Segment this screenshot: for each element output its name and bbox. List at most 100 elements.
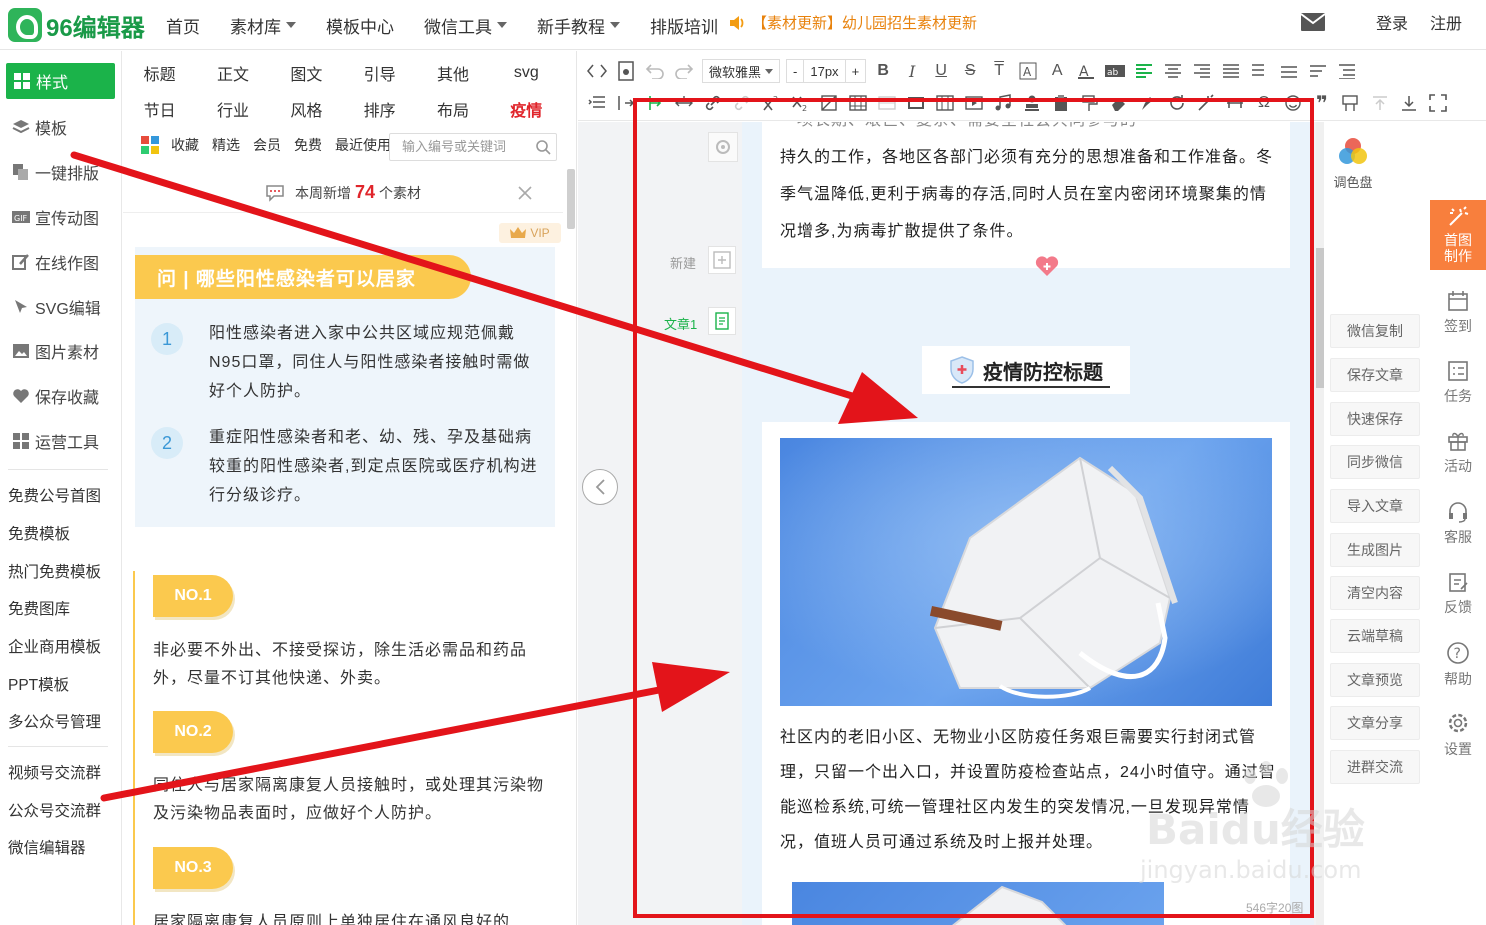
mask-image[interactable] <box>780 438 1272 706</box>
filter-featured[interactable]: 精选 <box>212 135 240 155</box>
arrow-up-icon[interactable] <box>1369 92 1391 114</box>
share-article-button[interactable]: 文章分享 <box>1330 706 1420 740</box>
refresh-icon[interactable] <box>1166 92 1188 114</box>
sidebar-link-wechat-editor[interactable]: 微信编辑器 <box>0 829 121 867</box>
indent-list-icon[interactable] <box>586 92 608 114</box>
scrollbar-thumb[interactable] <box>1316 248 1324 388</box>
strikethrough-icon[interactable]: S <box>959 60 981 82</box>
rail-activities[interactable]: 活动 <box>1430 418 1486 488</box>
nav-wechat-tools[interactable]: 微信工具 <box>424 13 507 38</box>
superscript-icon[interactable]: 2 <box>760 92 782 114</box>
material-search-input[interactable]: 输入编号或关键词 <box>389 133 557 161</box>
sidebar-item-ops-tools[interactable]: 运营工具 <box>0 419 121 464</box>
save-article-button[interactable]: 保存文章 <box>1330 358 1420 392</box>
search-icon[interactable] <box>535 139 551 155</box>
font-family-select[interactable]: 微软雅黑 <box>702 59 781 83</box>
rail-settings[interactable]: 设置 <box>1430 700 1486 770</box>
html-icon[interactable] <box>586 60 608 82</box>
bold-icon[interactable]: B <box>872 60 894 82</box>
sidebar-item-svg-editor[interactable]: SVG编辑 <box>0 284 121 329</box>
document-icon[interactable] <box>615 60 637 82</box>
clear-format-icon[interactable] <box>818 92 840 114</box>
align-right-icon[interactable] <box>1191 60 1213 82</box>
logo[interactable]: 96编辑器 <box>8 8 145 42</box>
table-row-icon[interactable] <box>876 92 898 114</box>
color-palette-button[interactable]: 调色盘 <box>1333 134 1373 191</box>
sidebar-link-account-group[interactable]: 公众号交流群 <box>0 791 121 829</box>
category-style[interactable]: 风格 <box>270 97 343 121</box>
category-industry[interactable]: 行业 <box>196 97 269 121</box>
sidebar-link-multi-account[interactable]: 多公众号管理 <box>0 703 121 741</box>
content-block[interactable]: 一项长期、艰巨、复杂、需要全社会共同参与的 持久的工作，各地区各部门必须有充分的… <box>762 122 1290 276</box>
nav-tutorials[interactable]: 新手教程 <box>537 13 620 38</box>
font-color-icon[interactable]: A <box>1046 60 1068 82</box>
rail-check-in[interactable]: 签到 <box>1430 278 1486 348</box>
brush-icon[interactable] <box>1137 92 1159 114</box>
italic-icon[interactable]: I <box>901 60 923 82</box>
sidebar-link-business-templates[interactable]: 企业商用模板 <box>0 627 121 665</box>
rail-feedback[interactable]: 反馈 <box>1430 559 1486 629</box>
copy-to-wechat-button[interactable]: 微信复制 <box>1330 314 1420 348</box>
close-icon[interactable] <box>517 185 533 201</box>
mail-icon[interactable] <box>1300 12 1326 32</box>
generate-image-button[interactable]: 生成图片 <box>1330 533 1420 567</box>
sidebar-item-templates[interactable]: 模板 <box>0 105 121 150</box>
sidebar-item-one-click-layout[interactable]: 一键排版 <box>0 150 121 195</box>
first-line-indent-icon[interactable] <box>615 92 637 114</box>
music-icon[interactable] <box>992 92 1014 114</box>
flag-icon[interactable] <box>1340 92 1362 114</box>
undo-icon[interactable] <box>644 60 666 82</box>
line-height-icon[interactable] <box>1249 60 1271 82</box>
align-left-icon[interactable] <box>1133 60 1155 82</box>
align-center-icon[interactable] <box>1162 60 1184 82</box>
sidebar-link-ppt-templates[interactable]: PPT模板 <box>0 665 121 703</box>
article-tab-button[interactable] <box>708 307 736 335</box>
quick-save-button[interactable]: 快速保存 <box>1330 402 1420 436</box>
quote-icon[interactable]: ❞ <box>1311 92 1333 115</box>
sidebar-item-online-design[interactable]: 在线作图 <box>0 239 121 284</box>
abc-icon[interactable]: ab <box>1104 60 1126 82</box>
font-size-increase[interactable]: + <box>845 59 867 83</box>
sync-wechat-button[interactable]: 同步微信 <box>1330 445 1420 479</box>
sidebar-link-video-group[interactable]: 视频号交流群 <box>0 753 121 791</box>
register-link[interactable]: 注册 <box>1430 10 1462 34</box>
sidebar-item-gif[interactable]: GIF 宣传动图 <box>0 195 121 240</box>
panel-scrollbar[interactable] <box>567 169 575 229</box>
nav-materials[interactable]: 素材库 <box>230 13 296 38</box>
new-article-button[interactable] <box>708 246 736 274</box>
category-layout[interactable]: 布局 <box>416 97 489 121</box>
clear-content-button[interactable]: 清空内容 <box>1330 576 1420 610</box>
nav-training[interactable]: 排版培训 <box>650 13 718 38</box>
redo-icon[interactable] <box>673 60 695 82</box>
fullscreen-icon[interactable] <box>1427 92 1449 114</box>
nav-templates[interactable]: 模板中心 <box>326 13 394 38</box>
cloud-draft-button[interactable]: 云端草稿 <box>1330 619 1420 653</box>
filter-free[interactable]: 免费 <box>294 135 322 155</box>
table-icon[interactable] <box>847 92 869 114</box>
preview-article-button[interactable]: 文章预览 <box>1330 663 1420 697</box>
text-cursor-icon[interactable] <box>644 92 666 114</box>
paragraph-spacing-icon[interactable] <box>1278 60 1300 82</box>
category-epidemic[interactable]: 疫情 <box>490 97 563 121</box>
multi-image-icon[interactable] <box>934 92 956 114</box>
font-size-input[interactable]: 17px <box>803 59 846 83</box>
sidebar-item-styles[interactable]: 样式 <box>6 63 115 99</box>
align-justify-icon[interactable] <box>1220 60 1242 82</box>
filter-member[interactable]: 会员 <box>253 135 281 155</box>
image-insert-icon[interactable] <box>905 92 927 114</box>
omega-icon[interactable]: Ω <box>1253 92 1275 114</box>
article-tab-label[interactable]: 文章1 <box>664 314 697 333</box>
background-color-icon[interactable]: A <box>1075 60 1097 82</box>
filter-recent[interactable]: 最近使用 <box>335 135 391 155</box>
emoji-icon[interactable] <box>1282 92 1304 114</box>
sidebar-item-favorites[interactable]: 保存收藏 <box>0 374 121 419</box>
paste-icon[interactable] <box>1050 92 1072 114</box>
panel-collapse-button[interactable] <box>582 469 618 505</box>
font-size-decrease[interactable]: - <box>786 59 804 83</box>
rail-cover-design[interactable]: 首图制作 <box>1430 200 1486 270</box>
section-title[interactable]: 疫情防控标题 <box>922 346 1130 394</box>
horizontal-rule-icon[interactable] <box>1224 92 1246 114</box>
underline-icon[interactable]: U <box>930 60 952 82</box>
filter-favorites[interactable]: 收藏 <box>171 135 199 155</box>
category-image-text[interactable]: 图文 <box>270 61 343 85</box>
